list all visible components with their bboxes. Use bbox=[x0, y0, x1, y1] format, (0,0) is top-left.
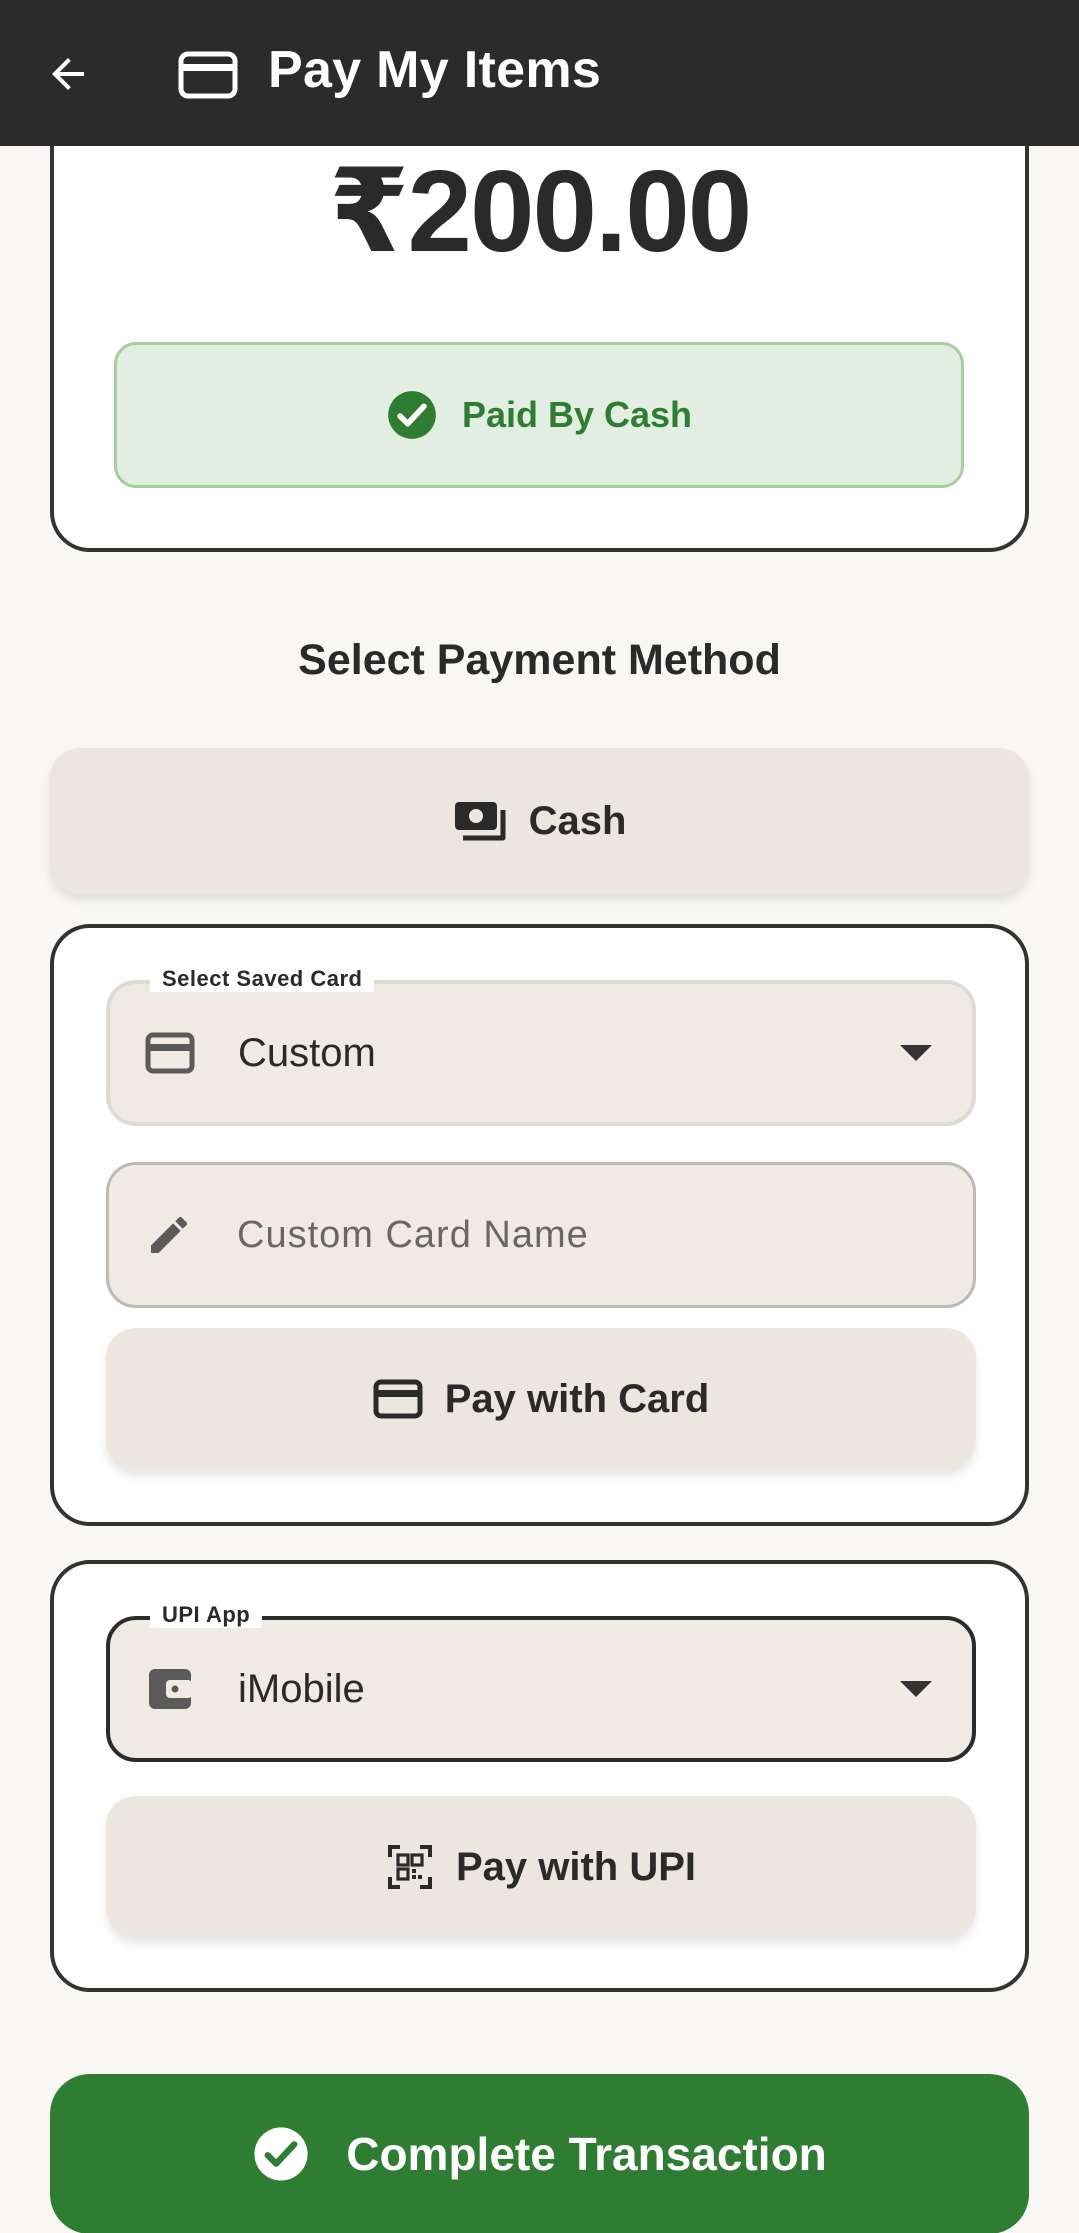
pay-with-upi-button[interactable]: Pay with UPI bbox=[106, 1796, 976, 1938]
card-icon bbox=[142, 1025, 198, 1081]
cash-button-label: Cash bbox=[528, 798, 627, 843]
pay-with-upi-label: Pay with UPI bbox=[455, 1844, 697, 1889]
payment-summary-card: ₹200.00 Paid By Cash bbox=[50, 80, 1029, 552]
cash-icon bbox=[454, 802, 506, 841]
pay-with-card-button[interactable]: Pay with Card bbox=[106, 1328, 976, 1470]
upi-app-select[interactable]: UPI App iMobile bbox=[106, 1602, 976, 1762]
custom-card-name-field[interactable]: Custom Card Name bbox=[106, 1162, 976, 1308]
app-bar: Pay My Items bbox=[0, 0, 1079, 146]
page-title: Pay My Items bbox=[268, 41, 602, 99]
saved-card-value: Custom bbox=[238, 1030, 376, 1075]
complete-transaction-button[interactable]: Complete Transaction bbox=[50, 2074, 1029, 2233]
upi-payment-section: UPI App iMobile Pay with UPI bbox=[50, 1560, 1029, 1992]
payment-method-heading: Select Payment Method bbox=[298, 636, 781, 684]
back-button[interactable] bbox=[40, 46, 96, 102]
upi-app-label: UPI App bbox=[150, 1602, 263, 1628]
upi-app-value: iMobile bbox=[238, 1666, 365, 1711]
pay-with-card-label: Pay with Card bbox=[444, 1376, 710, 1421]
complete-transaction-label: Complete Transaction bbox=[346, 2128, 827, 2180]
pay-items-screen: Pay My Items ₹200.00 Paid By Cash Select… bbox=[0, 0, 1079, 2233]
pencil-icon bbox=[141, 1207, 197, 1263]
card-payment-section: Select Saved Card Custom Custom Card Nam… bbox=[50, 924, 1029, 1526]
check-circle-icon bbox=[254, 2127, 308, 2181]
paid-status-label: Paid By Cash bbox=[461, 394, 693, 435]
saved-card-label: Select Saved Card bbox=[150, 966, 375, 992]
arrow-left-icon bbox=[52, 58, 84, 90]
total-amount: ₹200.00 bbox=[328, 146, 753, 276]
qr-code-scan-icon bbox=[387, 1845, 432, 1889]
chevron-down-icon bbox=[900, 1045, 932, 1061]
wallet-icon bbox=[142, 1661, 198, 1717]
saved-card-select[interactable]: Select Saved Card Custom bbox=[106, 966, 976, 1126]
cash-button[interactable]: Cash bbox=[50, 748, 1029, 894]
chevron-down-icon bbox=[900, 1681, 932, 1697]
paid-status-badge: Paid By Cash bbox=[114, 342, 964, 488]
credit-card-icon bbox=[178, 51, 238, 99]
custom-card-name-placeholder: Custom Card Name bbox=[237, 1213, 589, 1256]
credit-card-icon bbox=[373, 1379, 423, 1419]
check-circle-icon bbox=[388, 391, 436, 439]
